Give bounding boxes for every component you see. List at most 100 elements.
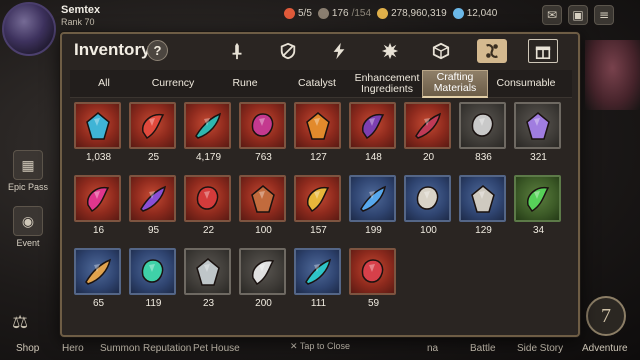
inventory-slot[interactable]: 65 [74, 248, 123, 309]
tab-fire-burst[interactable] [375, 39, 405, 63]
tap-to-close-hint[interactable]: ✕ Tap to Close [0, 341, 640, 352]
inventory-slot[interactable]: 100 [404, 175, 453, 236]
item-quantity: 836 [475, 152, 492, 163]
item-frame [294, 175, 341, 222]
inventory-slot[interactable]: 836 [459, 102, 508, 163]
inventory-slot[interactable]: 22 [184, 175, 233, 236]
fire-burst-icon [381, 42, 399, 60]
player-name: Semtex [61, 4, 101, 16]
stamina-icon [284, 8, 295, 19]
inventory-slot[interactable]: 59 [349, 248, 398, 309]
item-frame [184, 248, 231, 295]
item-frame [129, 248, 176, 295]
item-frame [184, 175, 231, 222]
item-grid: 1,038 25 4,179 763 127 148 20 836 321 16 95 22 100 15… [74, 102, 572, 330]
inventory-slot[interactable]: 4,179 [184, 102, 233, 163]
item-frame [239, 248, 286, 295]
energy-value: 176 [331, 8, 349, 19]
event-button[interactable]: ◉ Event [6, 206, 50, 248]
menu-icon[interactable]: ≡ [594, 5, 614, 25]
silver-ingot-icon [471, 112, 493, 137]
inventory-slot[interactable]: 20 [404, 102, 453, 163]
subtab-consumable[interactable]: Consumable [488, 70, 564, 98]
rose-claw-icon [414, 112, 441, 139]
stamina-value: 5/5 [298, 8, 312, 19]
subtab-enhancement[interactable]: Enhancement Ingredients [352, 70, 422, 98]
purple-horn-icon [361, 113, 384, 139]
inventory-slot[interactable]: 129 [459, 175, 508, 236]
subtab-currency[interactable]: Currency [138, 70, 208, 98]
item-quantity: 100 [420, 225, 437, 236]
inventory-slot[interactable]: 34 [514, 175, 563, 236]
inventory-slot[interactable]: 763 [239, 102, 288, 163]
tab-cube[interactable] [426, 39, 456, 63]
panel-title: Inventory [74, 40, 151, 59]
tab-artifact[interactable] [273, 39, 303, 63]
item-quantity: 111 [310, 298, 327, 309]
subtab-rune[interactable]: Rune [208, 70, 282, 98]
item-quantity: 119 [145, 298, 162, 309]
player-avatar[interactable] [2, 2, 56, 56]
blue-claw-icon [85, 111, 110, 140]
item-quantity: 4,179 [195, 152, 222, 163]
item-frame [239, 175, 286, 222]
item-quantity: 16 [92, 225, 105, 236]
skystone-icon [452, 8, 464, 19]
inventory-slot[interactable]: 100 [239, 175, 288, 236]
item-quantity: 148 [365, 152, 382, 163]
item-quantity: 65 [92, 298, 105, 309]
item-quantity: 22 [202, 225, 215, 236]
inventory-slot[interactable]: 1,038 [74, 102, 123, 163]
item-frame [74, 248, 121, 295]
tab-gift-box[interactable] [528, 39, 558, 63]
help-button[interactable]: ? [147, 40, 168, 61]
inventory-slot[interactable]: 321 [514, 102, 563, 163]
gift-box-icon [535, 46, 551, 60]
inventory-panel: Inventory ? All Currency Rune Catalyst E… [60, 32, 580, 337]
bone-claw-icon [416, 185, 438, 210]
item-quantity: 34 [532, 225, 545, 236]
teal-feather-icon [194, 112, 221, 139]
subtab-crafting-materials[interactable]: Crafting Materials [422, 69, 488, 98]
scales-icon[interactable]: ⚖ [12, 312, 28, 333]
emerald-crystal-icon [141, 258, 163, 283]
item-quantity: 127 [310, 152, 327, 163]
crimson-feather-icon [196, 185, 218, 210]
item-frame [349, 175, 396, 222]
adventure-icon[interactable]: 7 [586, 296, 626, 336]
epic-pass-icon: ▦ [13, 150, 43, 180]
magenta-rose-icon [86, 186, 109, 212]
subtab-all[interactable]: All [70, 70, 138, 98]
cube-icon [432, 42, 450, 60]
tab-lightning[interactable] [324, 39, 354, 63]
item-frame [349, 102, 396, 149]
chat-icon[interactable]: ▣ [568, 5, 588, 25]
inventory-slot[interactable]: 157 [294, 175, 343, 236]
epic-pass-button[interactable]: ▦ Epic Pass [6, 150, 50, 192]
inventory-slot[interactable]: 16 [74, 175, 123, 236]
inventory-slot[interactable]: 199 [349, 175, 398, 236]
gold-resource: 278,960,319 [377, 8, 447, 19]
inventory-slot[interactable]: 25 [129, 102, 178, 163]
subtab-catalyst[interactable]: Catalyst [282, 70, 352, 98]
tab-equipment[interactable] [222, 39, 252, 63]
inventory-slot[interactable]: 148 [349, 102, 398, 163]
inventory-slot[interactable]: 200 [239, 248, 288, 309]
item-frame [129, 102, 176, 149]
event-icon: ◉ [13, 206, 43, 236]
item-frame [514, 102, 561, 149]
inventory-slot[interactable]: 119 [129, 248, 178, 309]
mail-icon[interactable]: ✉ [542, 5, 562, 25]
side-menu: ▦ Epic Pass ◉ Event [0, 150, 60, 248]
tab-materials[interactable] [477, 39, 507, 63]
resource-bar: 5/5 176 /154 278,960,319 12,040 [284, 8, 497, 19]
inventory-slot[interactable]: 23 [184, 248, 233, 309]
item-frame [129, 175, 176, 222]
rainbow-crystal-icon [525, 111, 550, 140]
inventory-slot[interactable]: 95 [129, 175, 178, 236]
item-quantity: 200 [255, 298, 272, 309]
inventory-slot[interactable]: 111 [294, 248, 343, 309]
skystone-resource: 12,040 [452, 8, 497, 19]
background-character-art [585, 40, 640, 110]
inventory-slot[interactable]: 127 [294, 102, 343, 163]
